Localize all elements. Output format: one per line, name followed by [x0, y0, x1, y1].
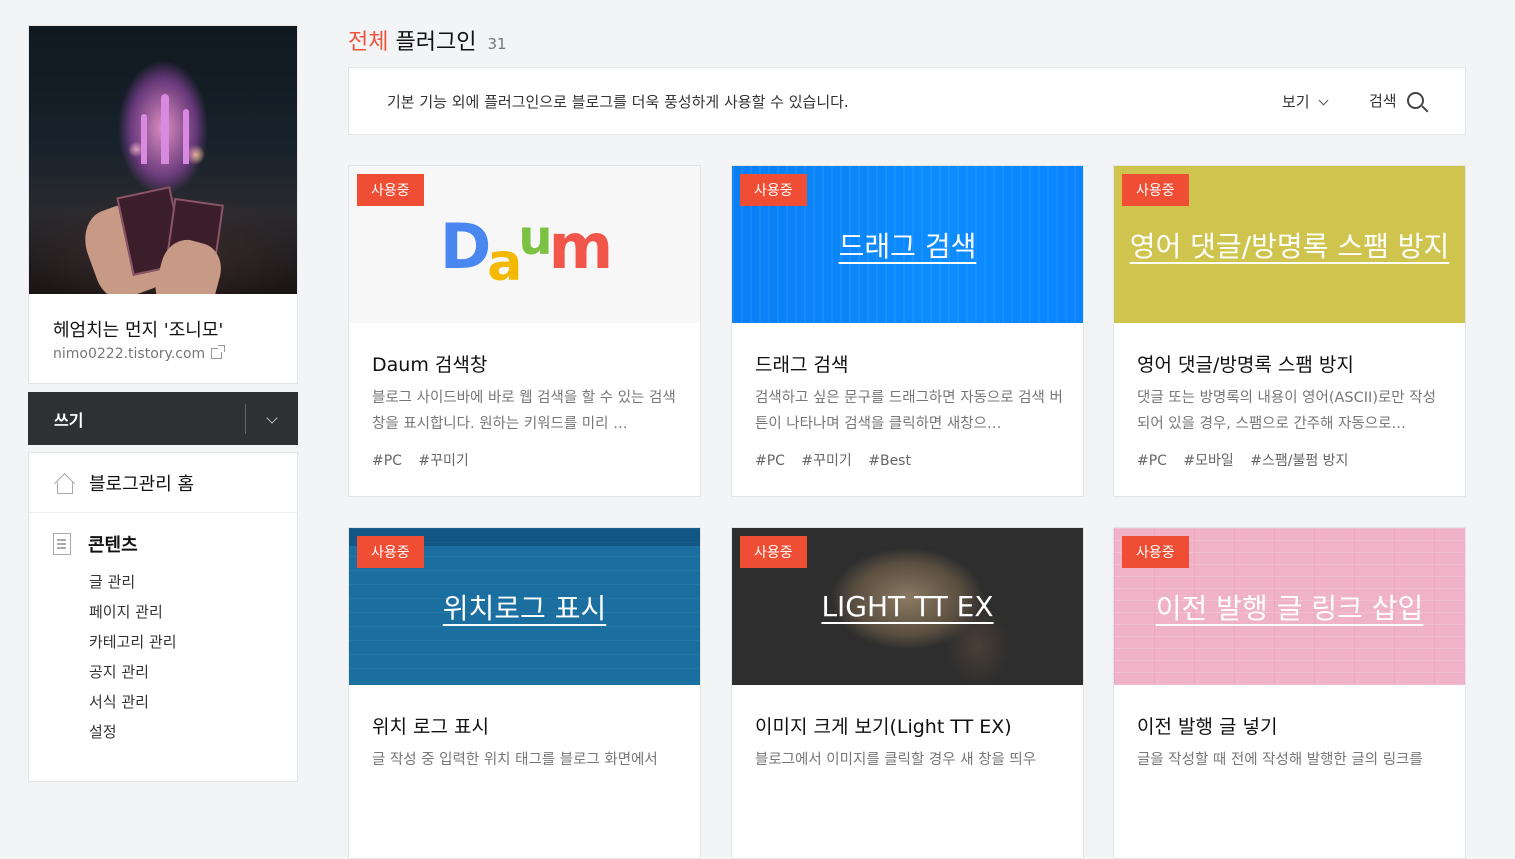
sidebar-item-pages[interactable]: 페이지 관리: [89, 597, 297, 627]
plugin-tag: #모바일: [1183, 453, 1234, 469]
plugin-card[interactable]: 사용중 Daum Daum 검색창 블로그 사이드바에 바로 웹 검색을 할 수…: [348, 165, 701, 497]
search-icon: [1406, 92, 1424, 109]
sidebar-item-templates[interactable]: 서식 관리: [89, 687, 297, 717]
view-filter-button[interactable]: 보기: [1282, 91, 1329, 112]
blog-url-text[interactable]: nimo0222.tistory.com: [53, 346, 205, 362]
plugin-thumbnail: 사용중 Daum: [349, 166, 700, 323]
plugin-description: 검색하고 싶은 문구를 드래그하면 자동으로 검색 버튼이 나타나며 검색을 클…: [755, 390, 1063, 432]
home-icon: [53, 473, 75, 494]
blog-profile-card: 헤엄치는 먼지 '조니모' nimo0222.tistory.com: [28, 25, 298, 384]
plugin-thumbnail: 사용중 영어 댓글/방명록 스팸 방지: [1114, 166, 1465, 323]
plugin-thumbnail-title: 이전 발행 글 링크 삽입: [1155, 591, 1424, 625]
status-badge: 사용중: [740, 174, 807, 206]
write-button-group: 쓰기: [28, 392, 298, 445]
sidebar-item-categories[interactable]: 카테고리 관리: [89, 627, 297, 657]
plugin-title: 영어 댓글/방명록 스팸 방지: [1137, 354, 1354, 376]
plugin-tag: #꾸미기: [418, 453, 469, 469]
plugin-tags: #PC #꾸미기 #Best: [755, 450, 923, 470]
daum-logo-icon: Daum: [439, 210, 613, 293]
search-button[interactable]: 검색: [1369, 90, 1424, 111]
view-filter-label: 보기: [1282, 93, 1310, 111]
status-badge: 사용중: [357, 174, 424, 206]
plugin-card[interactable]: 사용중 위치로그 표시 위치 로그 표시 글 작성 중 입력한 위치 태그를 블…: [348, 527, 701, 859]
plugin-description-text: 기본 기능 외에 플러그인으로 블로그를 더욱 풍성하게 사용할 수 있습니다.: [387, 93, 849, 111]
plugin-tags: #PC #꾸미기: [372, 450, 481, 470]
castle-spire: [161, 94, 169, 164]
plugin-title: 이전 발행 글 넣기: [1137, 716, 1278, 738]
plugin-card[interactable]: 사용중 영어 댓글/방명록 스팸 방지 영어 댓글/방명록 스팸 방지 댓글 또…: [1113, 165, 1466, 497]
status-badge: 사용중: [1122, 536, 1189, 568]
sidebar-section-label: 콘텐츠: [88, 535, 138, 556]
plugin-description: 블로그 사이드바에 바로 웹 검색을 할 수 있는 검색창을 표시합니다. 원하…: [372, 390, 676, 432]
plugin-thumbnail: 사용중 LIGHT TT EX: [732, 528, 1083, 685]
sidebar-item-settings[interactable]: 설정: [89, 717, 297, 747]
plugin-title: 위치 로그 표시: [372, 716, 489, 738]
castle-spire: [141, 114, 147, 164]
sidebar-menu: 블로그관리 홈 콘텐츠 글 관리 페이지 관리 카테고리 관리 공지 관리 서식…: [28, 452, 298, 782]
plugin-thumbnail: 사용중 위치로그 표시: [349, 528, 700, 685]
plugin-infobar: 기본 기능 외에 플러그인으로 블로그를 더욱 풍성하게 사용할 수 있습니다.…: [348, 67, 1466, 135]
plugin-card[interactable]: 사용중 이전 발행 글 링크 삽입 이전 발행 글 넣기 글을 작성할 때 전에…: [1113, 527, 1466, 859]
sidebar-section-content-header[interactable]: 콘텐츠: [53, 531, 297, 557]
plugin-card[interactable]: 사용중 드래그 검색 드래그 검색 검색하고 싶은 문구를 드래그하면 자동으로…: [731, 165, 1084, 497]
plugin-thumbnail-title: 드래그 검색: [838, 229, 977, 263]
page-title-main: 플러그인: [395, 30, 477, 55]
plugin-tags: #PC #모바일 #스팸/불펌 방지: [1137, 450, 1360, 470]
sidebar-item-posts[interactable]: 글 관리: [89, 567, 297, 597]
plugin-thumbnail: 사용중 이전 발행 글 링크 삽입: [1114, 528, 1465, 685]
page-title-accent: 전체: [348, 30, 389, 55]
sidebar-item-notices[interactable]: 공지 관리: [89, 657, 297, 687]
plugin-thumbnail-title: 위치로그 표시: [442, 591, 607, 625]
castle-spire: [183, 109, 189, 164]
plugin-count: 31: [487, 35, 507, 53]
plugin-description: 블로그에서 이미지를 클릭할 경우 새 창을 띄우: [755, 752, 1037, 768]
plugin-tag: #스팸/불펌 방지: [1250, 453, 1349, 469]
plugin-title: 이미지 크게 보기(Light TT EX): [755, 716, 1012, 738]
sidebar-submenu: 글 관리 페이지 관리 카테고리 관리 공지 관리 서식 관리 설정: [53, 567, 297, 747]
sidebar-item-home-label: 블로그관리 홈: [89, 473, 195, 495]
status-badge: 사용중: [1122, 174, 1189, 206]
sidebar-item-home[interactable]: 블로그관리 홈: [29, 453, 297, 513]
status-badge: 사용중: [357, 536, 424, 568]
external-link-icon[interactable]: [211, 345, 226, 359]
blog-url[interactable]: nimo0222.tistory.com: [53, 345, 226, 362]
plugin-thumbnail: 사용중 드래그 검색: [732, 166, 1083, 323]
plugin-tag: #PC: [755, 453, 785, 469]
blog-name[interactable]: 헤엄치는 먼지 '조니모': [53, 316, 223, 342]
plugin-thumbnail-title: 영어 댓글/방명록 스팸 방지: [1129, 229, 1450, 263]
plugin-description: 글을 작성할 때 전에 작성해 발행한 글의 링크를: [1137, 752, 1423, 768]
blog-profile-image[interactable]: [29, 26, 297, 294]
status-badge: 사용중: [740, 536, 807, 568]
chevron-down-icon: [266, 412, 278, 424]
search-label: 검색: [1369, 92, 1397, 110]
plugin-description: 글 작성 중 입력한 위치 태그를 블로그 화면에서: [372, 752, 658, 768]
document-icon: [53, 533, 71, 555]
page-title: 전체 플러그인 31: [348, 24, 507, 56]
plugin-description: 댓글 또는 방명록의 내용이 영어(ASCII)로만 작성되어 있을 경우, 스…: [1137, 390, 1436, 432]
plugin-thumbnail-title: LIGHT TT EX: [821, 590, 994, 623]
write-dropdown-button[interactable]: [246, 409, 298, 428]
plugin-tag: #PC: [372, 453, 402, 469]
sidebar-section-content: 콘텐츠 글 관리 페이지 관리 카테고리 관리 공지 관리 서식 관리 설정: [29, 513, 297, 747]
plugin-tag: #Best: [868, 453, 911, 469]
plugin-tag: #꾸미기: [801, 453, 852, 469]
plugin-card[interactable]: 사용중 LIGHT TT EX 이미지 크게 보기(Light TT EX) 블…: [731, 527, 1084, 859]
plugin-tag: #PC: [1137, 453, 1167, 469]
plugin-title: 드래그 검색: [755, 354, 849, 376]
write-button[interactable]: 쓰기: [28, 407, 245, 431]
chevron-down-icon: [1318, 95, 1329, 106]
plugin-title: Daum 검색창: [372, 354, 488, 376]
